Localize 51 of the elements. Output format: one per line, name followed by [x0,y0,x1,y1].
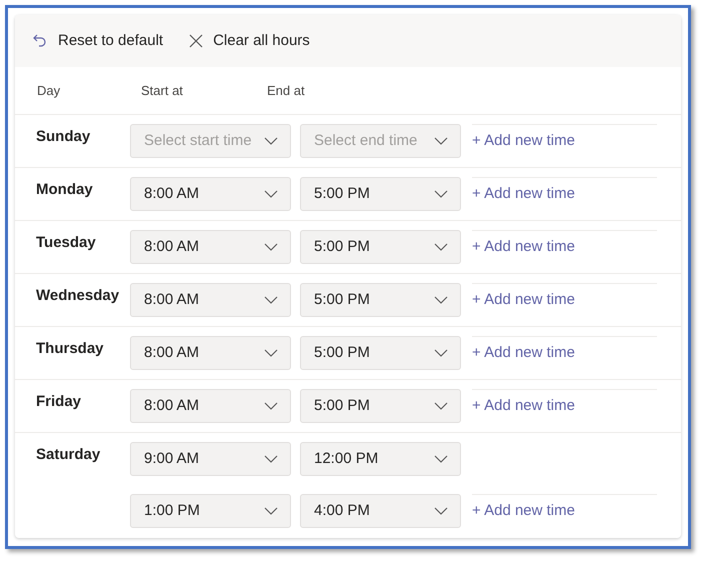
end-time-dropdown[interactable]: 5:00 PM [300,283,461,317]
start-time-dropdown[interactable]: 8:00 AM [130,177,291,211]
chevron-down-icon [264,243,278,251]
chevron-down-icon [434,243,448,251]
add-time-link[interactable]: + Add new time [472,177,657,211]
end-time-dropdown[interactable]: 5:00 PM [300,177,461,211]
chevron-down-icon [434,349,448,357]
start-time-dropdown[interactable]: 8:00 AM [130,336,291,370]
chevron-down-icon [264,190,278,198]
chevron-down-icon [264,455,278,463]
chevron-down-icon [434,296,448,304]
add-time-link[interactable]: + Add new time [472,389,657,423]
clear-button[interactable]: Clear all hours [189,30,310,52]
add-time-link[interactable]: + Add new time [472,494,657,528]
day-label: Thursday [35,339,105,359]
chevron-down-icon [264,349,278,357]
day-label: Friday [35,392,82,412]
reset-button[interactable]: Reset to default [32,30,164,52]
column-header: End at [267,82,305,100]
end-time-dropdown[interactable]: 12:00 PM [300,442,461,476]
start-time-dropdown[interactable]: 8:00 AM [130,389,291,423]
column-header: Day [36,82,62,100]
day-label: Tuesday [35,233,97,253]
start-time-dropdown[interactable]: 1:00 PM [130,494,291,528]
day-label: Sunday [35,127,92,147]
chevron-down-icon [434,402,448,410]
chevron-down-icon [264,402,278,410]
column-header: Start at [141,82,184,100]
end-time-dropdown[interactable]: 5:00 PM [300,336,461,370]
chevron-down-icon [434,455,448,463]
chevron-down-icon [264,507,278,515]
start-time-dropdown[interactable]: 8:00 AM [130,230,291,264]
chevron-down-icon [434,190,448,198]
day-label: Monday [35,180,94,200]
day-label: Saturday [35,445,102,465]
start-time-dropdown[interactable]: 8:00 AM [130,283,291,317]
add-time-link[interactable]: + Add new time [472,124,657,158]
start-time-dropdown[interactable]: 9:00 AM [130,442,291,476]
chevron-down-icon [434,137,448,145]
undo-icon [32,33,48,49]
add-time-link[interactable]: + Add new time [472,230,657,264]
end-time-dropdown[interactable]: 5:00 PM [300,389,461,423]
day-label: Wednesday [35,286,120,306]
close-icon [189,34,204,48]
chevron-down-icon [264,296,278,304]
chevron-down-icon [434,507,448,515]
add-time-link[interactable]: + Add new time [472,283,657,317]
chevron-down-icon [264,137,278,145]
end-time-dropdown[interactable]: 4:00 PM [300,494,461,528]
end-time-dropdown[interactable]: 5:00 PM [300,230,461,264]
add-time-link[interactable]: + Add new time [472,336,657,370]
